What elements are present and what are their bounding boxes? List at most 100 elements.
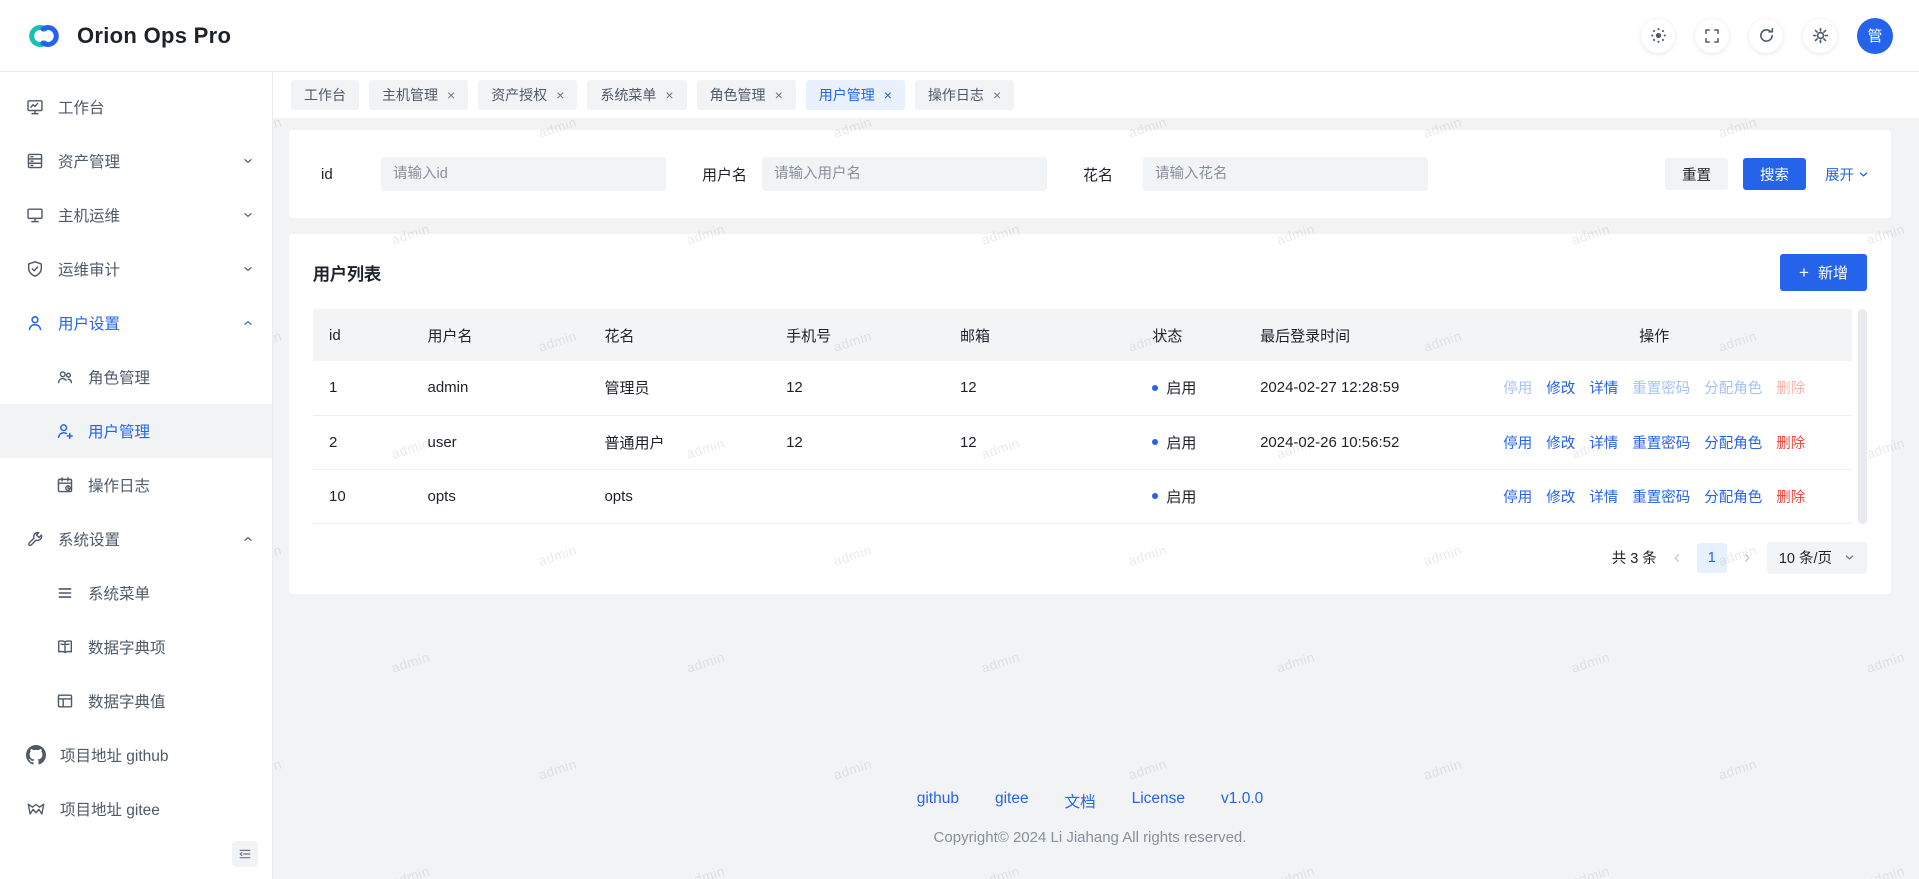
detail-action[interactable]: 详情 xyxy=(1589,432,1618,453)
tab-user-management[interactable]: 用户管理 × xyxy=(806,80,905,110)
tab-asset-authorization[interactable]: 资产授权 × xyxy=(478,80,577,110)
sidebar-item-dict-values[interactable]: 数据字典值 xyxy=(0,674,272,728)
sidebar-item-assets[interactable]: 资产管理 xyxy=(0,134,272,188)
app-logo-icon xyxy=(24,16,64,56)
cell-status: 启用 xyxy=(1136,415,1244,469)
brand[interactable]: Orion Ops Pro xyxy=(24,16,231,56)
cell-nickname: 管理员 xyxy=(588,361,770,415)
assign-role-action[interactable]: 分配角色 xyxy=(1704,377,1762,398)
footer-link-github[interactable]: github xyxy=(917,790,959,812)
sidebar-collapse-button[interactable] xyxy=(232,841,258,867)
cell-status: 启用 xyxy=(1136,361,1244,415)
prev-page-icon[interactable] xyxy=(1671,552,1683,564)
search-button[interactable]: 搜索 xyxy=(1743,158,1806,190)
tab-close-icon[interactable]: × xyxy=(556,88,564,102)
sidebar-item-workbench[interactable]: 工作台 xyxy=(0,80,272,134)
sidebar-item-label: 数据字典项 xyxy=(88,636,254,658)
tabs-bar: 工作台 主机管理 × 资产授权 × 系统菜单 × 角色管理 × 用户管理 × xyxy=(273,72,1919,118)
tab-close-icon[interactable]: × xyxy=(884,88,892,102)
tab-workbench[interactable]: 工作台 xyxy=(291,80,359,110)
edit-action[interactable]: 修改 xyxy=(1546,432,1575,453)
add-user-button[interactable]: + 新增 xyxy=(1780,254,1867,291)
disable-action[interactable]: 停用 xyxy=(1503,432,1532,453)
cell-actions: 停用 修改 详情 重置密码 分配角色 删除 xyxy=(1456,415,1852,469)
detail-action[interactable]: 详情 xyxy=(1589,377,1618,398)
tab-close-icon[interactable]: × xyxy=(993,88,1001,102)
nickname-input[interactable] xyxy=(1143,157,1428,191)
refresh-icon[interactable] xyxy=(1749,19,1783,53)
sidebar-item-gitee[interactable]: 项目地址 gitee xyxy=(0,782,272,836)
sidebar-item-user-settings[interactable]: 用户设置 xyxy=(0,296,272,350)
footer-link-docs[interactable]: 文档 xyxy=(1065,790,1096,812)
search-field-id: id xyxy=(321,157,666,191)
sidebar-item-user-management[interactable]: 用户管理 xyxy=(0,404,272,458)
column-header-username: 用户名 xyxy=(411,309,588,361)
tab-host-management[interactable]: 主机管理 × xyxy=(369,80,468,110)
sidebar-item-system-settings[interactable]: 系统设置 xyxy=(0,512,272,566)
tab-role-management[interactable]: 角色管理 × xyxy=(697,80,796,110)
disable-action[interactable]: 停用 xyxy=(1503,377,1532,398)
sidebar-item-ops-audit[interactable]: 运维审计 xyxy=(0,242,272,296)
expand-toggle[interactable]: 展开 xyxy=(1825,164,1869,185)
reset-password-action[interactable]: 重置密码 xyxy=(1632,432,1690,453)
tab-close-icon[interactable]: × xyxy=(665,88,673,102)
sidebar-item-operation-log[interactable]: 操作日志 xyxy=(0,458,272,512)
app-title: Orion Ops Pro xyxy=(77,23,231,49)
sidebar: 工作台 资产管理 主机运维 运维审计 用户设置 xyxy=(0,72,273,879)
wrench-icon xyxy=(26,530,44,548)
assign-role-action[interactable]: 分配角色 xyxy=(1704,486,1762,507)
theme-icon[interactable] xyxy=(1641,19,1675,53)
host-icon xyxy=(26,206,44,224)
sidebar-item-system-menu[interactable]: 系统菜单 xyxy=(0,566,272,620)
sidebar-item-label: 项目地址 gitee xyxy=(60,798,254,820)
sidebar-item-dict-keys[interactable]: 数据字典项 xyxy=(0,620,272,674)
reset-password-action[interactable]: 重置密码 xyxy=(1632,377,1690,398)
card-title: 用户列表 xyxy=(313,260,381,285)
app-header: Orion Ops Pro 管 xyxy=(0,0,1919,72)
delete-action[interactable]: 删除 xyxy=(1776,377,1805,398)
cell-last-login: 2024-02-26 10:56:52 xyxy=(1244,415,1456,469)
chevron-down-icon xyxy=(1858,169,1869,180)
delete-action[interactable]: 删除 xyxy=(1776,432,1805,453)
tab-close-icon[interactable]: × xyxy=(775,88,783,102)
tab-operation-log[interactable]: 操作日志 × xyxy=(915,80,1014,110)
disable-action[interactable]: 停用 xyxy=(1503,486,1532,507)
footer-link-license[interactable]: License xyxy=(1132,790,1185,812)
chevron-up-icon xyxy=(242,533,254,545)
sidebar-item-role-management[interactable]: 角色管理 xyxy=(0,350,272,404)
page-footer: github gitee 文档 License v1.0.0 Copyright… xyxy=(289,790,1891,846)
edit-action[interactable]: 修改 xyxy=(1546,486,1575,507)
detail-action[interactable]: 详情 xyxy=(1589,486,1618,507)
delete-action[interactable]: 删除 xyxy=(1776,486,1805,507)
assign-role-action[interactable]: 分配角色 xyxy=(1704,432,1762,453)
table-scrollbar[interactable] xyxy=(1858,309,1867,524)
sidebar-item-label: 工作台 xyxy=(58,96,254,118)
edit-action[interactable]: 修改 xyxy=(1546,377,1575,398)
column-header-mobile: 手机号 xyxy=(770,309,944,361)
reset-button[interactable]: 重置 xyxy=(1665,158,1728,190)
sidebar-item-github[interactable]: 项目地址 github xyxy=(0,728,272,782)
tab-close-icon[interactable]: × xyxy=(447,88,455,102)
cell-id: 10 xyxy=(313,469,411,523)
chevron-down-icon xyxy=(242,155,254,167)
reset-password-action[interactable]: 重置密码 xyxy=(1632,486,1690,507)
status-dot-icon xyxy=(1152,385,1158,391)
sidebar-item-host-ops[interactable]: 主机运维 xyxy=(0,188,272,242)
copyright: Copyright© 2024 Li Jiahang All rights re… xyxy=(289,829,1891,846)
settings-icon[interactable] xyxy=(1803,19,1837,53)
search-field-username: 用户名 xyxy=(702,157,1047,191)
id-input[interactable] xyxy=(381,157,666,191)
tab-system-menu[interactable]: 系统菜单 × xyxy=(587,80,686,110)
chevron-down-icon xyxy=(1844,552,1855,563)
page-size-select[interactable]: 10 条/页 xyxy=(1767,542,1867,574)
column-header-actions: 操作 xyxy=(1456,309,1852,361)
footer-link-version[interactable]: v1.0.0 xyxy=(1221,790,1263,812)
fullscreen-icon[interactable] xyxy=(1695,19,1729,53)
next-page-icon[interactable] xyxy=(1741,552,1753,564)
status-label: 启用 xyxy=(1166,432,1196,453)
tab-label: 工作台 xyxy=(304,85,346,105)
username-input[interactable] xyxy=(762,157,1047,191)
footer-link-gitee[interactable]: gitee xyxy=(995,790,1029,812)
avatar[interactable]: 管 xyxy=(1857,18,1893,54)
page-number[interactable]: 1 xyxy=(1697,543,1727,573)
